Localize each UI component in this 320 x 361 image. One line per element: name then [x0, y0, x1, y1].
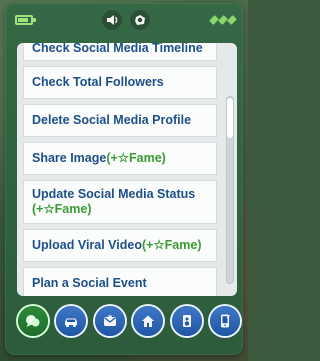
- camera-icon: [135, 15, 145, 25]
- menu-item-check-total-followers[interactable]: Check Total Followers: [23, 66, 217, 99]
- menu-list: Check Social Media Timeline Check Total …: [23, 43, 217, 296]
- chat-app-button[interactable]: [18, 306, 48, 336]
- menu-item-plan-a-social-event[interactable]: Plan a Social Event: [23, 267, 217, 296]
- menu-item-label: Check Total Followers: [32, 75, 164, 89]
- menu-scrollbar[interactable]: [226, 96, 234, 284]
- menu-item-delete-social-media-profile[interactable]: Delete Social Media Profile: [23, 104, 217, 137]
- menu-item-label: Update Social Media Status: [32, 187, 196, 201]
- car-icon: [65, 318, 78, 328]
- menu-item-label: Share Image: [32, 151, 107, 165]
- mail-app-button[interactable]: [94, 306, 125, 336]
- menu-item-label: Upload Viral Video: [32, 238, 142, 252]
- menu-item-label: Plan a Social Event: [32, 276, 147, 290]
- camera-button[interactable]: [129, 9, 151, 31]
- battery-level-fill: [18, 18, 28, 22]
- menu-item-label: Check Social Media Timeline: [32, 43, 203, 55]
- phone-top-bar: [5, 3, 243, 39]
- top-center-controls: [101, 9, 151, 31]
- menu-item-check-social-media-timeline[interactable]: Check Social Media Timeline: [23, 43, 217, 61]
- interaction-menu: Check Social Media Timeline Check Total …: [17, 43, 237, 296]
- audio-app-button[interactable]: [171, 306, 202, 336]
- mail-icon: [103, 315, 116, 326]
- phone-app-button[interactable]: [209, 306, 240, 336]
- speaker-icon: [107, 15, 118, 25]
- phone-app-bar: [18, 306, 240, 346]
- fame-tag: (+☆Fame): [32, 202, 92, 216]
- menu-item-label: Delete Social Media Profile: [32, 113, 192, 127]
- home-icon: [142, 315, 155, 327]
- menu-item-text-block: Update Social Media Status (+☆Fame): [32, 187, 195, 217]
- home-app-button[interactable]: [133, 306, 164, 336]
- signal-icon: [209, 15, 237, 25]
- fame-tag: (+☆Fame): [142, 238, 202, 252]
- menu-scrollbar-thumb[interactable]: [227, 98, 233, 138]
- phone-app-icon: [220, 314, 230, 328]
- fame-tag: (+☆Fame): [106, 151, 166, 165]
- speaker-button[interactable]: [101, 9, 123, 31]
- car-app-button[interactable]: [56, 306, 87, 336]
- chat-icon: [26, 315, 40, 327]
- audio-icon: [182, 315, 191, 327]
- menu-item-update-social-media-status[interactable]: Update Social Media Status (+☆Fame): [23, 180, 217, 224]
- battery-icon: [15, 15, 36, 25]
- phone-panel: Check Social Media Timeline Check Total …: [5, 3, 243, 355]
- menu-item-upload-viral-video[interactable]: Upload Viral Video (+☆Fame): [23, 229, 217, 262]
- menu-item-share-image[interactable]: Share Image (+☆Fame): [23, 142, 217, 175]
